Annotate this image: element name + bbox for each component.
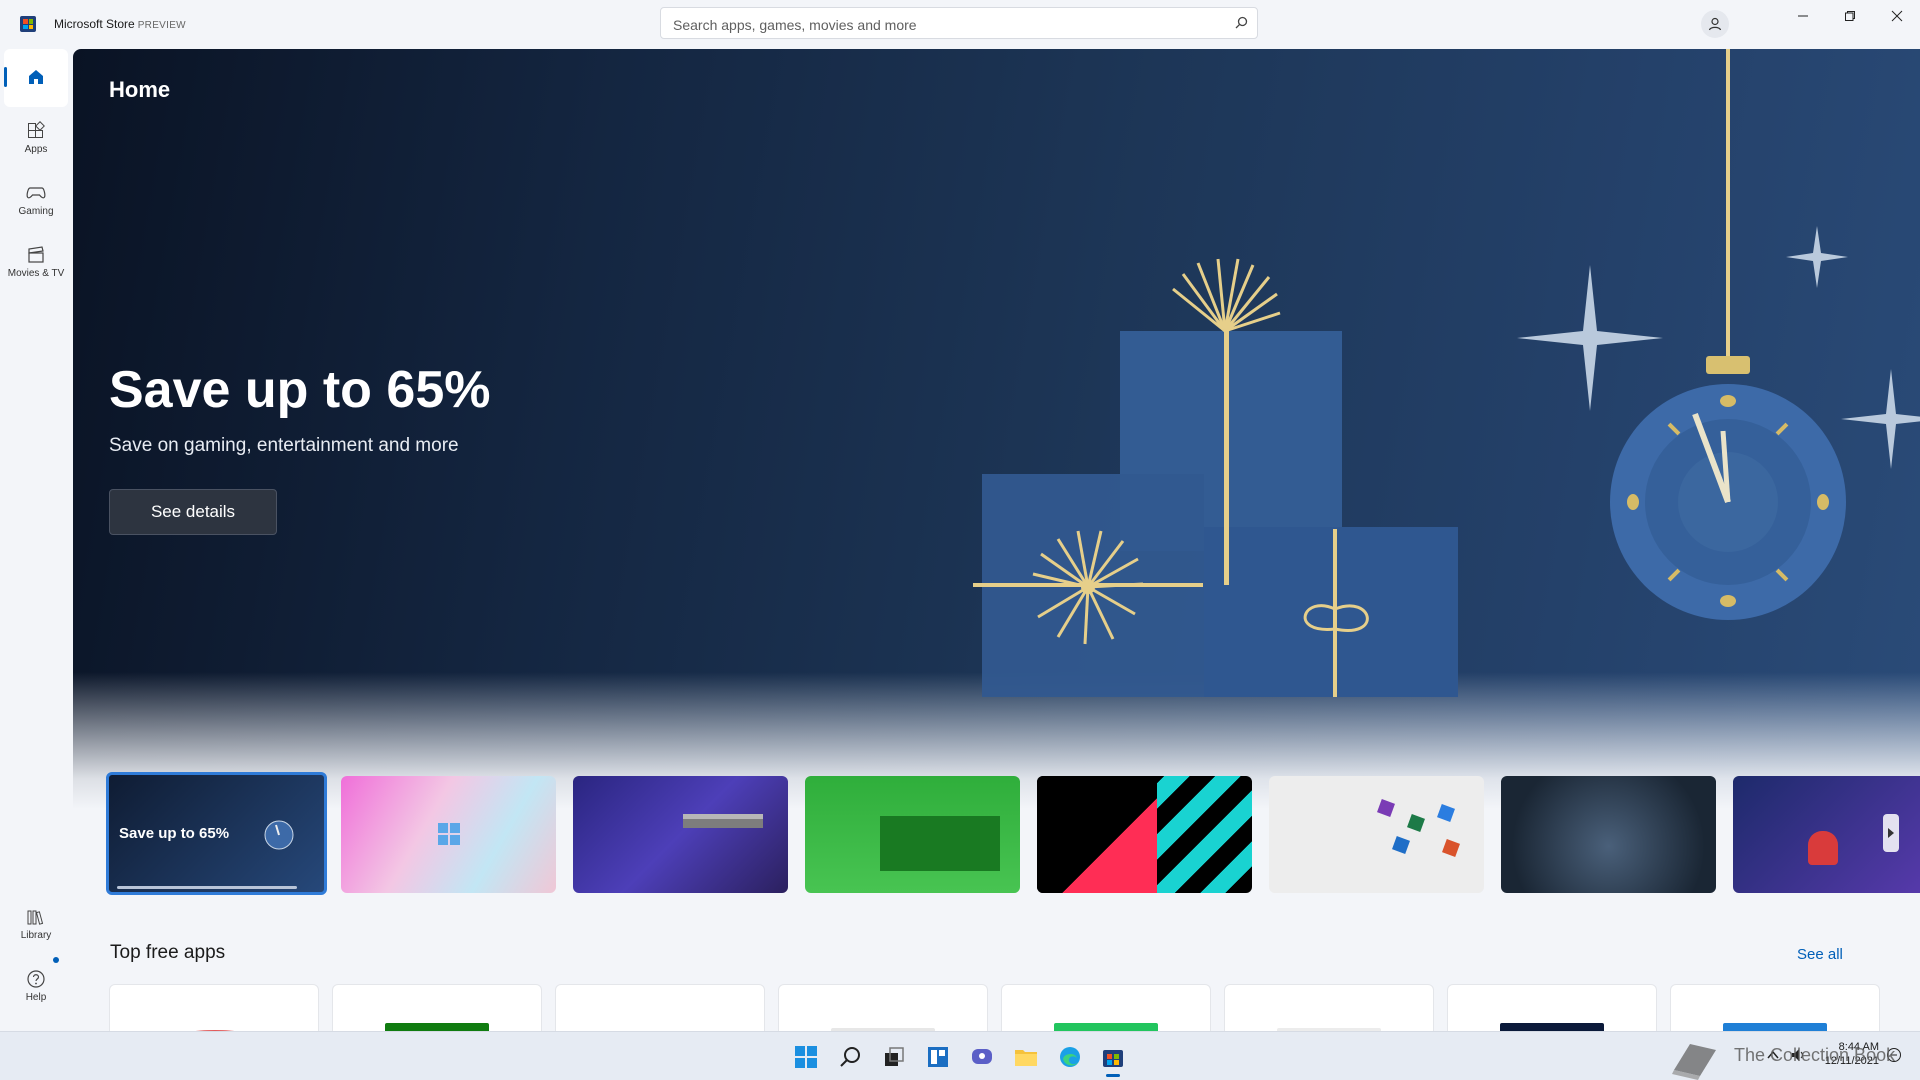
carousel-item-office-apps[interactable] bbox=[1269, 776, 1484, 893]
file-explorer-icon[interactable] bbox=[1013, 1044, 1039, 1070]
app-card-icon bbox=[1500, 1023, 1604, 1031]
chat-icon[interactable] bbox=[969, 1044, 995, 1070]
holiday-gifts-illustration bbox=[973, 49, 1920, 697]
taskbar: 8:44 AM 12/11/2021 bbox=[0, 1031, 1920, 1080]
carousel-item-venom[interactable] bbox=[1501, 776, 1716, 893]
nav-movies-label: Movies & TV bbox=[7, 268, 65, 279]
store-taskbar-icon[interactable] bbox=[1100, 1044, 1126, 1070]
book-icon bbox=[1672, 1044, 1716, 1080]
store-app-icon bbox=[20, 16, 36, 32]
close-button[interactable] bbox=[1874, 0, 1920, 32]
windows-logo-icon bbox=[438, 823, 460, 845]
carousel-item-windows-11[interactable] bbox=[341, 776, 556, 893]
library-icon bbox=[27, 910, 44, 925]
restore-icon bbox=[1845, 11, 1855, 21]
app-card-icon bbox=[385, 1023, 489, 1031]
app-tile bbox=[1377, 799, 1395, 817]
search-icon[interactable] bbox=[838, 1044, 864, 1070]
nav-gaming[interactable]: Gaming bbox=[4, 177, 68, 235]
home-icon bbox=[29, 70, 43, 84]
widgets-icon[interactable] bbox=[925, 1044, 951, 1070]
search-box[interactable] bbox=[660, 7, 1258, 39]
edge-icon[interactable] bbox=[1057, 1044, 1083, 1070]
tiktok-banner-art bbox=[1037, 776, 1157, 893]
app-tile bbox=[1442, 839, 1460, 857]
nav-library[interactable]: Library bbox=[4, 901, 68, 959]
see-details-button[interactable]: See details bbox=[109, 489, 277, 535]
clapperboard-icon bbox=[28, 246, 44, 263]
watermark-text: The Collection Book bbox=[1734, 1045, 1896, 1065]
help-icon bbox=[27, 970, 45, 988]
minimize-icon bbox=[1798, 15, 1808, 17]
minecraft-logo-icon bbox=[683, 814, 763, 828]
app-tile bbox=[1392, 836, 1410, 854]
minimize-button[interactable] bbox=[1780, 0, 1826, 32]
watermark: The Collection Book bbox=[1668, 1038, 1918, 1080]
app-card[interactable] bbox=[1670, 984, 1880, 1031]
start-icon[interactable] bbox=[793, 1044, 819, 1070]
carousel-progress-bar bbox=[117, 886, 297, 889]
app-title-text: Microsoft Store bbox=[54, 17, 135, 31]
app-card[interactable] bbox=[1224, 984, 1434, 1031]
nav-gaming-label: Gaming bbox=[18, 206, 54, 217]
carousel-item-xbox-game-pass[interactable] bbox=[805, 776, 1020, 893]
hero-banner: Home Save up to 65% Save on gaming, ente… bbox=[73, 49, 1920, 809]
search-input[interactable] bbox=[671, 14, 1215, 36]
app-card[interactable] bbox=[555, 984, 765, 1031]
nav-apps-label: Apps bbox=[24, 144, 48, 155]
app-card[interactable] bbox=[778, 984, 988, 1031]
search-icon[interactable] bbox=[1233, 15, 1249, 31]
app-card-icon bbox=[1723, 1023, 1827, 1031]
nav-apps[interactable]: Apps bbox=[4, 115, 68, 173]
app-card[interactable] bbox=[109, 984, 319, 1031]
carousel-item-minecraft[interactable] bbox=[573, 776, 788, 893]
chevron-right-icon bbox=[1888, 828, 1894, 838]
left-navigation: Apps Gaming Movies & TV Library Help bbox=[0, 49, 72, 1031]
nav-help-label: Help bbox=[25, 992, 47, 1003]
see-all-link[interactable]: See all bbox=[1797, 946, 1843, 963]
task-view-icon[interactable] bbox=[881, 1044, 907, 1070]
main-content: Home Save up to 65% Save on gaming, ente… bbox=[73, 49, 1920, 1031]
account-button[interactable] bbox=[1701, 10, 1729, 38]
nav-movies-tv[interactable]: Movies & TV bbox=[4, 239, 68, 297]
title-bar: Microsoft Store PREVIEW bbox=[0, 0, 1920, 49]
preview-badge: PREVIEW bbox=[137, 20, 186, 31]
app-card[interactable] bbox=[332, 984, 542, 1031]
carousel-item-tiktok[interactable] bbox=[1037, 776, 1252, 893]
carousel-item-label: Save up to 65% bbox=[119, 825, 230, 842]
hero-subtitle: Save on gaming, entertainment and more bbox=[109, 435, 459, 456]
close-icon bbox=[1891, 10, 1903, 22]
nav-help[interactable]: Help bbox=[4, 963, 68, 1021]
person-icon bbox=[1708, 17, 1722, 31]
active-app-indicator bbox=[1106, 1074, 1120, 1077]
nav-library-label: Library bbox=[20, 930, 52, 941]
app-title: Microsoft Store PREVIEW bbox=[54, 17, 186, 31]
page-title: Home bbox=[109, 77, 171, 102]
game-covers bbox=[880, 816, 1000, 871]
restore-button[interactable] bbox=[1827, 0, 1873, 32]
gamepad-icon bbox=[26, 187, 46, 199]
app-tile bbox=[1437, 804, 1455, 822]
crewmate-art bbox=[1808, 831, 1838, 865]
nav-home[interactable] bbox=[4, 49, 68, 107]
app-card[interactable] bbox=[1447, 984, 1657, 1031]
app-card-icon bbox=[1054, 1023, 1158, 1031]
hero-title: Save up to 65% bbox=[109, 361, 491, 419]
apps-icon bbox=[28, 121, 45, 138]
carousel-next-button[interactable] bbox=[1883, 814, 1899, 852]
app-card[interactable] bbox=[1001, 984, 1211, 1031]
selection-indicator bbox=[4, 67, 7, 87]
app-tile bbox=[1407, 814, 1425, 832]
clock-thumbnail-icon bbox=[264, 820, 294, 850]
top-free-apps-heading: Top free apps bbox=[110, 942, 226, 963]
carousel-item-sale[interactable]: Save up to 65% bbox=[106, 772, 327, 895]
